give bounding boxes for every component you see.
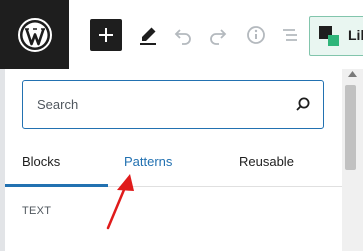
tools-button[interactable]: [132, 19, 164, 51]
tab-reusable-label: Reusable: [239, 154, 294, 169]
tab-patterns[interactable]: Patterns: [124, 140, 172, 186]
tab-reusable[interactable]: Reusable: [239, 140, 294, 186]
info-icon: [247, 26, 265, 44]
editor-toolbar: Lib: [0, 0, 363, 70]
list-view-icon: [283, 29, 297, 41]
details-button[interactable]: [240, 19, 272, 51]
list-view-button[interactable]: [274, 19, 306, 51]
inserter-tabs: Blocks Patterns Reusable: [5, 140, 342, 187]
tab-blocks[interactable]: Blocks: [5, 140, 108, 187]
undo-icon: [174, 29, 191, 45]
wordpress-logo-icon: [17, 17, 52, 52]
search-icon[interactable]: [295, 96, 311, 112]
scrollbar[interactable]: [342, 69, 363, 251]
search-field[interactable]: [22, 80, 324, 129]
search-input[interactable]: [37, 93, 277, 115]
library-button[interactable]: Lib: [309, 16, 363, 56]
pencil-icon: [140, 27, 156, 45]
library-button-label: Lib: [348, 27, 363, 43]
active-tab-indicator: [5, 184, 108, 187]
scrollbar-thumb[interactable]: [345, 85, 356, 170]
tab-patterns-label: Patterns: [124, 154, 173, 169]
redo-icon: [210, 29, 227, 45]
add-block-button[interactable]: [90, 19, 122, 51]
wordpress-logo-button[interactable]: [0, 0, 69, 69]
section-heading-text: TEXT: [22, 205, 52, 217]
library-icon: [319, 26, 339, 46]
plus-icon: [99, 28, 113, 42]
undo-button[interactable]: [167, 19, 199, 51]
scroll-up-arrow-icon[interactable]: [348, 71, 357, 78]
tab-blocks-label: Blocks: [22, 154, 61, 169]
redo-button[interactable]: [202, 19, 234, 51]
